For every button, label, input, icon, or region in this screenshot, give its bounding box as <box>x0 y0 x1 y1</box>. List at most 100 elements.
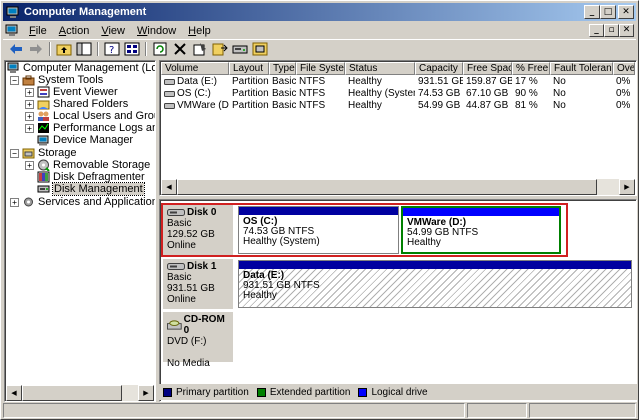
volume-row[interactable]: Data (E:) Partition Basic NTFS Healthy 9… <box>161 76 635 88</box>
help-icon[interactable]: ? <box>103 41 121 57</box>
properties-icon[interactable] <box>191 41 209 57</box>
volume-name: OS (C:) <box>177 88 211 99</box>
scroll-right-arrow-icon[interactable]: ▶ <box>138 385 154 401</box>
disk-settings-icon[interactable] <box>251 41 269 57</box>
export-list-icon[interactable] <box>211 41 229 57</box>
mdi-minimize-button[interactable]: _ <box>589 24 604 37</box>
toolbar: ? <box>3 39 636 57</box>
tree-item-event-viewer[interactable]: Event Viewer <box>37 86 118 98</box>
menu-window[interactable]: Window <box>131 25 182 37</box>
tree-item-local-users[interactable]: Local Users and Groups <box>37 110 155 122</box>
col-fault-tolerance[interactable]: Fault Tolerance <box>550 62 613 75</box>
col-file-system[interactable]: File System <box>296 62 345 75</box>
device-manager-icon <box>37 135 49 146</box>
cdrom-0-info[interactable]: CD-ROM 0 DVD (F:) No Media <box>163 312 233 369</box>
scroll-left-arrow-icon[interactable]: ◀ <box>6 385 22 401</box>
capacity-cell: 931.51 GB <box>418 76 463 87</box>
menu-bar: File Action View Window Help _ ▫ ✕ <box>3 22 636 39</box>
up-folder-icon[interactable] <box>55 41 73 57</box>
tree-horizontal-scrollbar[interactable]: ◀ ▶ <box>6 385 154 401</box>
col-percent-free[interactable]: % Free <box>512 62 550 75</box>
drive-icon <box>164 91 175 97</box>
close-button[interactable]: ✕ <box>618 5 634 19</box>
properties-grid-icon[interactable] <box>123 41 141 57</box>
scroll-left-arrow-icon[interactable]: ◀ <box>161 179 177 195</box>
col-capacity[interactable]: Capacity <box>415 62 463 75</box>
layout-cell: Partition <box>232 88 269 99</box>
type-cell: Basic <box>272 76 296 87</box>
mdi-close-button[interactable]: ✕ <box>619 24 634 37</box>
maximize-button[interactable]: □ <box>600 5 616 19</box>
expander-shared-folders[interactable]: + <box>25 100 34 109</box>
minimize-button[interactable]: _ <box>584 5 600 19</box>
disk-drive-icon[interactable] <box>231 41 249 57</box>
tree-label-local-users: Local Users and Groups <box>53 110 155 122</box>
back-arrow-icon[interactable] <box>7 41 25 57</box>
tree-item-shared-folders[interactable]: Shared Folders <box>37 98 128 110</box>
refresh-icon[interactable] <box>151 41 169 57</box>
tree-item-removable-storage[interactable]: Removable Storage <box>37 159 150 171</box>
col-type[interactable]: Type <box>269 62 296 75</box>
volume-row[interactable]: VMWare (D:) Partition Basic NTFS Healthy… <box>161 100 635 112</box>
tree-item-disk-defrag[interactable]: Disk Defragmenter <box>37 171 145 183</box>
expander-local-users[interactable]: + <box>25 112 34 121</box>
tree-label-shared-folders: Shared Folders <box>53 98 129 110</box>
volume-list-scroll-thumb[interactable] <box>177 179 597 195</box>
expander-perf-logs[interactable]: + <box>25 124 34 133</box>
show-hide-tree-icon[interactable] <box>75 41 93 57</box>
menu-file[interactable]: File <box>23 25 53 37</box>
col-status[interactable]: Status <box>345 62 415 75</box>
performance-icon <box>38 123 49 133</box>
volume-list-horizontal-scrollbar[interactable]: ◀ ▶ <box>161 179 635 195</box>
menu-view[interactable]: View <box>95 25 131 37</box>
disk-1-info[interactable]: Disk 1 Basic 931.51 GB Online <box>163 259 233 309</box>
tree-item-device-manager[interactable]: Device Manager <box>37 134 133 146</box>
mdi-system-icon[interactable] <box>5 24 19 37</box>
mdi-restore-button[interactable]: ▫ <box>604 24 619 37</box>
volume-name: VMWare (D:) <box>177 100 229 111</box>
tree-label-disk-management: Disk Management <box>52 182 145 196</box>
status-bar-segment <box>467 403 527 418</box>
col-free-space[interactable]: Free Space <box>463 62 512 75</box>
tree-item-storage[interactable]: Storage <box>22 147 77 159</box>
removable-storage-icon <box>38 159 50 171</box>
expander-event-viewer[interactable]: + <box>25 88 34 97</box>
disk-graphical-view[interactable]: Disk 0 Basic 129.52 GB Online OS (C:) 74… <box>159 199 637 402</box>
menu-action-rest: ction <box>66 24 90 37</box>
legend-logical-label: Logical drive <box>371 386 428 398</box>
scroll-right-arrow-icon[interactable]: ▶ <box>619 179 635 195</box>
col-volume[interactable]: Volume <box>161 62 229 75</box>
col-layout[interactable]: Layout <box>229 62 269 75</box>
tree-item-root[interactable]: Computer Management (Local) <box>7 62 155 74</box>
percent-free-cell: 90 % <box>515 88 538 99</box>
volume-row[interactable]: OS (C:) Partition Basic NTFS Healthy (Sy… <box>161 88 635 100</box>
forward-arrow-icon[interactable] <box>27 41 45 57</box>
expander-removable-storage[interactable]: + <box>25 161 34 170</box>
delete-x-icon[interactable] <box>171 41 189 57</box>
menu-help[interactable]: Help <box>182 25 217 37</box>
title-bar[interactable]: Computer Management _ □ ✕ <box>3 3 636 21</box>
tree-item-perf-logs[interactable]: Performance Logs and Alerts <box>37 122 155 134</box>
menu-action[interactable]: Action <box>53 25 96 37</box>
tree-scroll-thumb[interactable] <box>22 385 122 401</box>
expander-services[interactable]: + <box>10 198 19 207</box>
expander-system-tools[interactable]: − <box>10 76 19 85</box>
volume-list[interactable]: Volume Layout Type File System Status Ca… <box>159 60 637 196</box>
file-system-cell: NTFS <box>299 76 326 87</box>
volume-list-header: Volume Layout Type File System Status Ca… <box>161 62 635 75</box>
legend-extended-swatch <box>256 387 266 397</box>
legend-primary-swatch <box>163 387 172 397</box>
expander-storage[interactable]: − <box>10 149 19 158</box>
tree-item-services[interactable]: Services and Applications <box>22 196 155 208</box>
col-overhead[interactable]: Ove <box>613 62 635 75</box>
cdrom-0-status: No Media <box>167 358 210 369</box>
menu-window-rest: indow <box>147 24 177 37</box>
partition-data-e[interactable]: Data (E:) 931.51 GB NTFS Healthy <box>238 260 632 308</box>
type-cell: Basic <box>272 100 296 111</box>
tree-item-system-tools[interactable]: System Tools <box>22 74 103 86</box>
overhead-cell: 0% <box>616 100 631 111</box>
cdrom-0-name: CD-ROM 0 <box>183 314 225 336</box>
services-gear-icon <box>24 197 33 207</box>
console-tree[interactable]: Computer Management (Local) − System Too… <box>4 60 156 402</box>
tree-item-disk-management[interactable]: Disk Management <box>37 182 145 196</box>
